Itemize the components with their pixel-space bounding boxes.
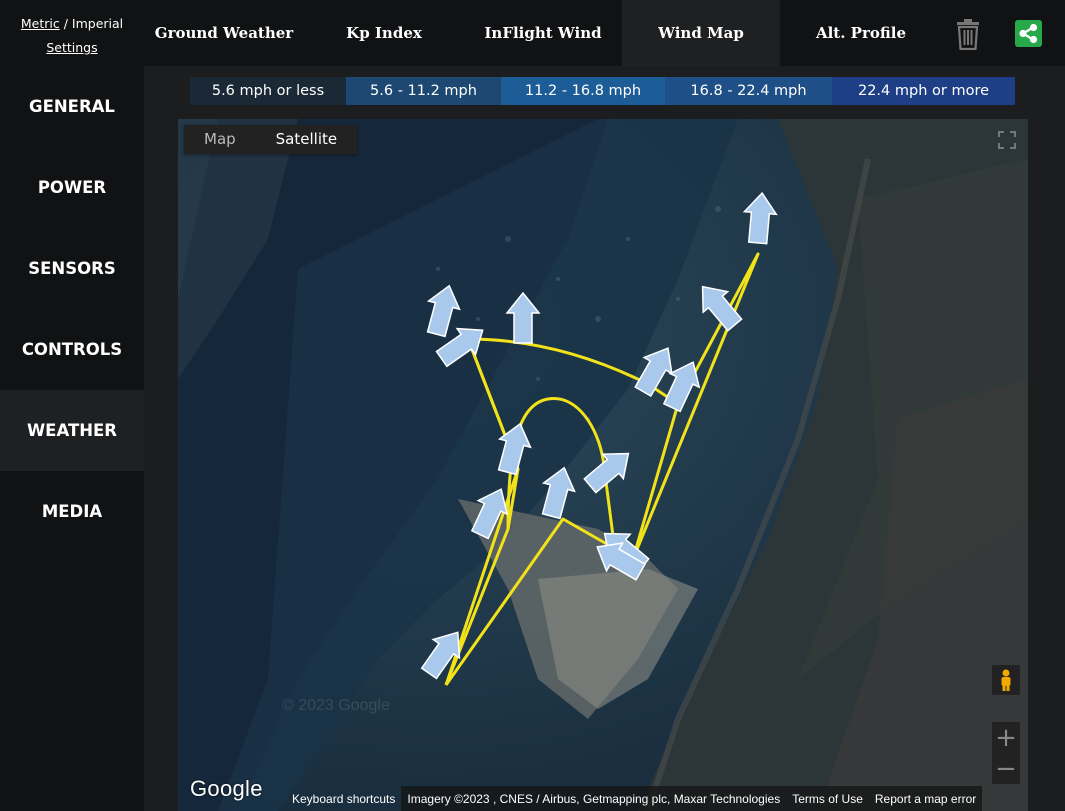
units-panel: Metric / Imperial Settings (0, 0, 144, 66)
sidebar-item-weather[interactable]: WEATHER (0, 390, 144, 471)
sidebar-item-power[interactable]: POWER (0, 147, 144, 228)
map-type-satellite-button[interactable]: Satellite (256, 125, 357, 154)
pegman-icon[interactable] (992, 665, 1020, 695)
units-separator: / (63, 16, 68, 31)
map-type-control: Map Satellite (184, 125, 358, 154)
google-logo: Google (190, 776, 263, 801)
terms-of-use-link[interactable]: Terms of Use (786, 786, 869, 811)
fullscreen-icon[interactable] (994, 127, 1020, 153)
tab-wind-map[interactable]: Wind Map (622, 0, 780, 66)
tab-kp-index[interactable]: Kp Index (304, 0, 464, 66)
metric-link[interactable]: Metric (21, 16, 60, 31)
legend-item-2: 5.6 - 11.2 mph (346, 77, 501, 105)
satellite-map[interactable]: © 2023 Google Map Satellite + − Google K… (178, 119, 1028, 811)
sidebar: GENERAL POWER SENSORS CONTROLS WEATHER M… (0, 66, 144, 811)
zoom-in-button[interactable]: + (992, 722, 1020, 753)
map-type-map-button[interactable]: Map (184, 125, 256, 154)
tab-inflight-wind[interactable]: InFlight Wind (464, 0, 622, 66)
tab-ground-weather[interactable]: Ground Weather (144, 0, 304, 66)
sidebar-item-media[interactable]: MEDIA (0, 471, 144, 552)
report-map-error-link[interactable]: Report a map error (868, 786, 983, 811)
zoom-out-button[interactable]: − (992, 753, 1020, 784)
legend-item-4: 16.8 - 22.4 mph (665, 77, 832, 105)
zoom-control: + − (992, 722, 1020, 784)
wind-speed-legend: 5.6 mph or less 5.6 - 11.2 mph 11.2 - 16… (190, 77, 1015, 105)
sidebar-item-general[interactable]: GENERAL (0, 66, 144, 147)
app-root: Metric / Imperial Settings Ground Weathe… (0, 0, 1065, 811)
top-tabs: Ground Weather Kp Index InFlight Wind Wi… (144, 0, 1065, 66)
keyboard-shortcuts-link[interactable]: Keyboard shortcuts (286, 792, 401, 806)
flight-overlay: b (420, 191, 778, 686)
imagery-credit: Imagery ©2023 , CNES / Airbus, Getmappin… (401, 786, 787, 811)
sidebar-item-sensors[interactable]: SENSORS (0, 228, 144, 309)
settings-link[interactable]: Settings (46, 40, 97, 55)
legend-item-5: 22.4 mph or more (832, 77, 1015, 105)
trash-icon[interactable] (954, 18, 982, 50)
share-icon[interactable] (1015, 20, 1042, 47)
tab-alt-profile[interactable]: Alt. Profile (780, 0, 942, 66)
legend-item-1: 5.6 mph or less (190, 77, 346, 105)
sidebar-item-controls[interactable]: CONTROLS (0, 309, 144, 390)
map-attribution: Keyboard shortcuts Imagery ©2023 , CNES … (286, 786, 1028, 811)
legend-item-3: 11.2 - 16.8 mph (501, 77, 665, 105)
imperial-label[interactable]: Imperial (72, 16, 123, 31)
